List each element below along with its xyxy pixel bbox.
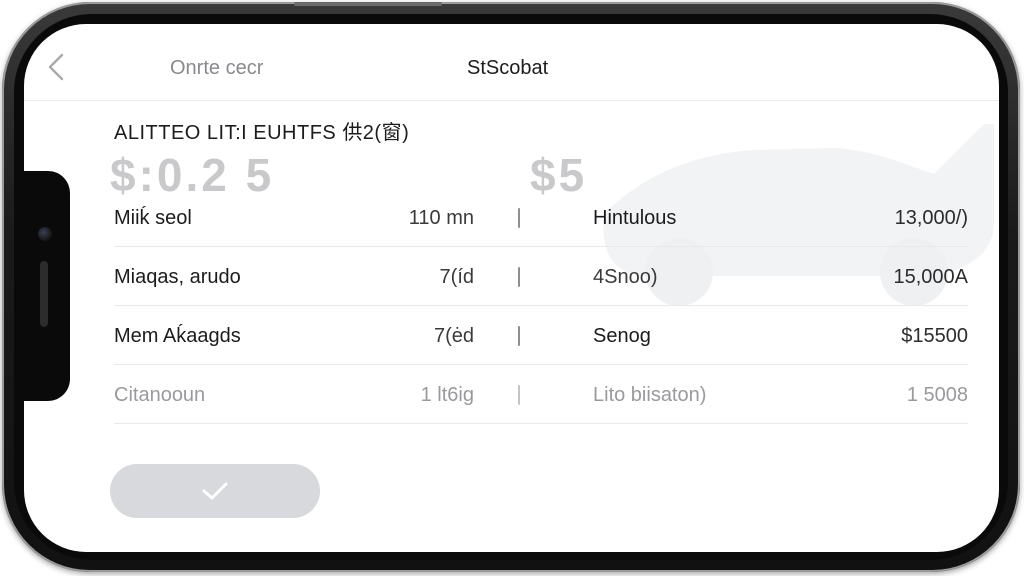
nav-divider	[24, 100, 999, 101]
volume-button	[294, 2, 442, 6]
column-separator	[518, 385, 520, 405]
table-row: Miaqas, arudo 7(íd 4Snoo) 15,000A	[114, 248, 968, 306]
row-divider	[114, 364, 968, 365]
row-label: Miaqas, arudo	[114, 266, 241, 288]
row-divider	[114, 423, 968, 424]
camera-notch	[24, 171, 70, 401]
row-divider	[114, 246, 968, 247]
chevron-left-icon	[48, 53, 64, 81]
column-separator	[518, 208, 520, 228]
row-label-secondary: Senog	[593, 325, 651, 347]
row-value: 1 lt6ig	[420, 384, 474, 406]
table-row: Citanooun 1 lt6ig Lito biisaton) 1 5008	[114, 366, 968, 424]
checkmark-icon	[202, 482, 228, 500]
row-value: 7(ėd	[433, 325, 474, 347]
row-label-secondary: Hintulous	[593, 207, 677, 229]
camera-icon	[38, 227, 52, 241]
row-value-secondary: 13,000/)	[894, 207, 968, 229]
table-row: Miiḱ seol 110 mn Hintulous 13,000/)	[114, 189, 968, 247]
row-label-secondary: 4Snoo)	[593, 266, 658, 288]
confirm-button[interactable]	[110, 464, 320, 518]
table-row: Mem Aḱaagds 7(ėd Senog $15500	[114, 307, 968, 365]
speaker-grille	[40, 261, 48, 327]
column-separator	[518, 267, 520, 287]
section-heading: ALITTEO LIT:I EUHTFS 供2(窗)	[114, 122, 410, 144]
nav-left-label[interactable]: Onrte cecr	[170, 57, 263, 80]
screen: Onrte cecr StScobat ALITTEO LIT:I EUHTFS…	[24, 24, 999, 552]
row-label: Citanooun	[114, 384, 206, 406]
column-separator	[518, 326, 520, 346]
row-label-secondary: Lito biisaton)	[593, 384, 707, 406]
row-value-secondary: 15,000A	[893, 266, 968, 288]
back-button[interactable]	[44, 52, 70, 82]
row-value: 7(íd	[439, 266, 474, 288]
page-title: StScobat	[467, 57, 549, 79]
row-label: Mem Aḱaagds	[114, 325, 241, 347]
row-value: 110 mn	[408, 207, 474, 229]
row-divider	[114, 305, 968, 306]
row-label: Miiḱ seol	[114, 207, 192, 229]
row-value-secondary: $15500	[901, 325, 968, 347]
row-value-secondary: 1 5008	[906, 384, 968, 406]
